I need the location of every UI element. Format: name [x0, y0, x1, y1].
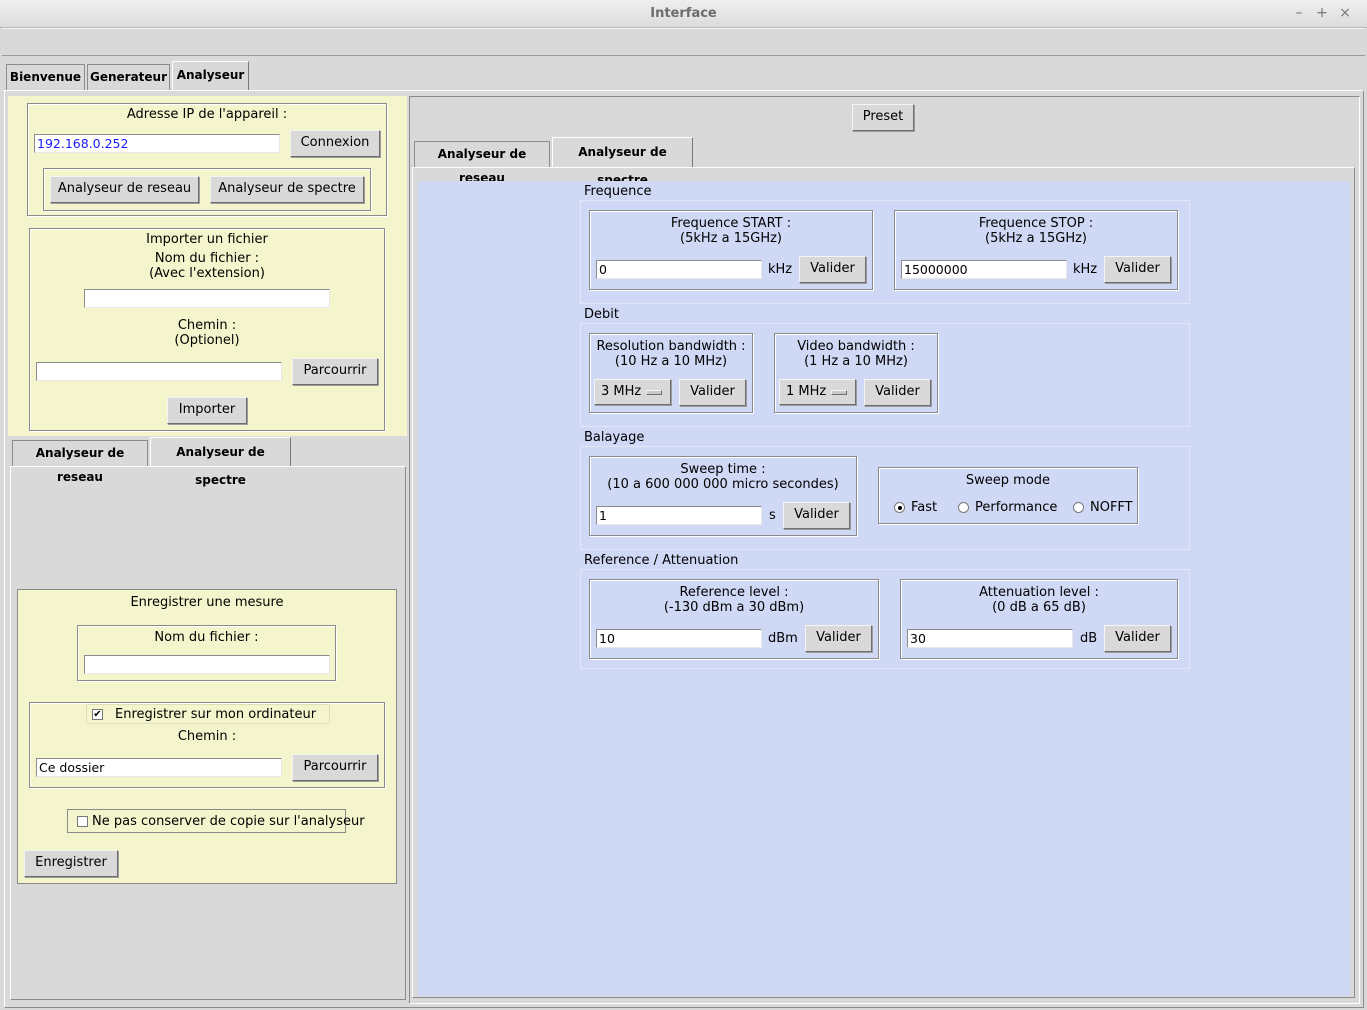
- ref-level-unit: dBm: [768, 631, 798, 646]
- freq-stop-unit: kHz: [1073, 262, 1098, 277]
- ref-level-input[interactable]: 10: [596, 629, 762, 648]
- import-path-hint: (Optionel): [174, 333, 240, 348]
- debit-section-label: Debit: [584, 307, 619, 322]
- save-browse-button[interactable]: Parcourrir: [292, 754, 378, 781]
- import-filename-input[interactable]: [84, 289, 330, 308]
- tab-analyseur[interactable]: Analyseur: [172, 61, 249, 91]
- save-filename-label: Nom du fichier :: [154, 630, 259, 645]
- sweep-mode-fast-radio[interactable]: [894, 502, 905, 513]
- ip-address-input[interactable]: 192.168.0.252: [34, 134, 280, 153]
- sweep-mode-fast-label: Fast: [911, 500, 938, 515]
- import-path-input[interactable]: [36, 362, 282, 381]
- save-local-label: Enregistrer sur mon ordinateur: [115, 707, 317, 722]
- ip-label: Adresse IP de l'appareil :: [126, 107, 288, 122]
- sweep-mode-performance-radio[interactable]: [958, 502, 969, 513]
- save-button[interactable]: Enregistrer: [24, 850, 118, 877]
- right-tab-spectrum[interactable]: Analyseur de spectre: [552, 137, 693, 187]
- spectrum-analyzer-button[interactable]: Analyseur de spectre: [210, 176, 364, 203]
- freq-start-input[interactable]: 0: [596, 260, 762, 279]
- att-level-unit: dB: [1080, 631, 1098, 646]
- dropdown-indicator-icon: [831, 390, 847, 395]
- connect-button[interactable]: Connexion: [290, 130, 380, 157]
- balayage-section-label: Balayage: [584, 430, 645, 445]
- import-filename-label: Nom du fichier :: [154, 251, 260, 266]
- window-title: Interface: [650, 6, 717, 21]
- ref-level-range: (-130 dBm a 30 dBm): [663, 600, 805, 615]
- save-path-label: Chemin :: [177, 729, 237, 744]
- ref-level-label: Reference level :: [679, 585, 789, 600]
- freq-start-unit: kHz: [768, 262, 793, 277]
- freq-stop-validate-button[interactable]: Valider: [1104, 256, 1171, 283]
- att-level-range: (0 dB a 65 dB): [992, 600, 1086, 615]
- rbw-label: Resolution bandwidth :: [596, 339, 746, 354]
- att-level-validate-button[interactable]: Valider: [1104, 625, 1171, 652]
- import-button[interactable]: Importer: [167, 397, 247, 424]
- import-title: Importer un fichier: [146, 232, 268, 247]
- sweep-time-range: (10 a 600 000 000 micro secondes): [607, 477, 839, 492]
- dropdown-indicator-icon: [646, 390, 662, 395]
- maximize-icon[interactable]: +: [1313, 4, 1331, 22]
- reference-section-label: Reference / Attenuation: [584, 553, 739, 568]
- freq-stop-input[interactable]: 15000000: [901, 260, 1067, 279]
- sweep-time-validate-button[interactable]: Valider: [783, 502, 850, 529]
- freq-start-range: (5kHz a 15GHz): [680, 231, 782, 246]
- rbw-select[interactable]: 3 MHz: [594, 379, 671, 405]
- freq-stop-label: Frequence STOP :: [978, 216, 1094, 231]
- left-tab-spectrum[interactable]: Analyseur de spectre: [150, 437, 291, 487]
- left-tab-network[interactable]: Analyseur de reseau: [12, 440, 148, 484]
- sweep-mode-performance-label: Performance: [975, 500, 1058, 515]
- save-title: Enregistrer une mesure: [130, 595, 284, 610]
- tab-bienvenue[interactable]: Bienvenue: [6, 64, 85, 90]
- import-path-label: Chemin :: [177, 318, 237, 333]
- close-icon[interactable]: ×: [1336, 4, 1354, 22]
- att-level-label: Attenuation level :: [979, 585, 1099, 600]
- menu-bar: [2, 28, 1365, 56]
- preset-button[interactable]: Preset: [852, 104, 914, 131]
- sweep-time-unit: s: [769, 508, 776, 523]
- minimize-icon[interactable]: –: [1290, 4, 1308, 22]
- save-filename-input[interactable]: [84, 655, 330, 674]
- vbw-label: Video bandwidth :: [797, 339, 915, 354]
- vbw-validate-button[interactable]: Valider: [864, 379, 931, 406]
- freq-start-label: Frequence START :: [670, 216, 792, 231]
- ref-level-validate-button[interactable]: Valider: [805, 625, 872, 652]
- freq-stop-range: (5kHz a 15GHz): [985, 231, 1087, 246]
- import-filename-hint: (Avec l'extension): [149, 266, 265, 281]
- rbw-validate-button[interactable]: Valider: [679, 379, 746, 406]
- sweep-mode-nofft-radio[interactable]: [1073, 502, 1084, 513]
- right-tab-network[interactable]: Analyseur de reseau: [414, 141, 550, 185]
- sweep-time-input[interactable]: 1: [596, 506, 762, 525]
- no-copy-label: Ne pas conserver de copie sur l'analyseu…: [92, 814, 365, 829]
- rbw-select-value: 3 MHz: [601, 384, 642, 399]
- vbw-select[interactable]: 1 MHz: [779, 379, 856, 405]
- sweep-mode-nofft-label: NOFFT: [1090, 500, 1133, 515]
- sweep-time-label: Sweep time :: [680, 462, 766, 477]
- sweep-mode-label: Sweep mode: [965, 473, 1051, 488]
- vbw-select-value: 1 MHz: [786, 384, 827, 399]
- tab-generateur[interactable]: Generateur: [87, 64, 170, 90]
- rbw-range: (10 Hz a 10 MHz): [614, 354, 728, 369]
- no-copy-checkbox[interactable]: [77, 816, 88, 827]
- title-bar: Interface – + ×: [0, 0, 1367, 28]
- import-browse-button[interactable]: Parcourrir: [292, 358, 378, 385]
- freq-start-validate-button[interactable]: Valider: [799, 256, 866, 283]
- save-path-input[interactable]: Ce dossier: [36, 758, 282, 777]
- frequence-section-label: Frequence: [584, 184, 652, 199]
- network-analyzer-button[interactable]: Analyseur de reseau: [50, 176, 199, 203]
- save-local-checkbox[interactable]: ✔: [92, 709, 103, 720]
- att-level-input[interactable]: 30: [907, 629, 1073, 648]
- vbw-range: (1 Hz a 10 MHz): [804, 354, 908, 369]
